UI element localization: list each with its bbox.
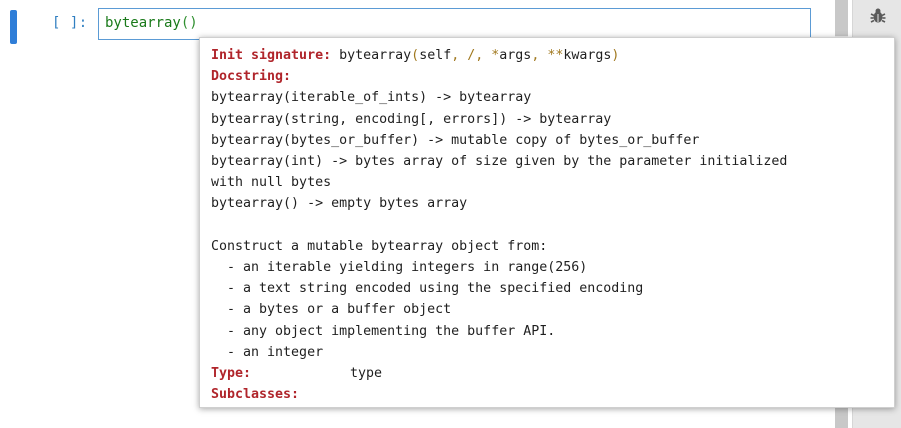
sig-name: bytearray [339, 48, 412, 63]
type-value: type [350, 366, 383, 382]
type-line: Type: type [211, 363, 886, 384]
debugger-button[interactable] [866, 4, 890, 28]
cell-prompt: [ ]: [52, 15, 88, 31]
init-signature-label: Init signature: [211, 48, 332, 63]
docstring-line: bytearray(string, encoding[, errors]) ->… [211, 111, 612, 127]
code-input[interactable]: bytearray() [98, 8, 811, 40]
docstring-line: - an iterable yielding integers in range… [211, 260, 588, 276]
active-cell-marker [10, 10, 17, 44]
code-parens: () [180, 15, 198, 31]
docstring-line: - a bytes or a buffer object [211, 302, 452, 318]
scrollbar-bottom-thumb[interactable] [835, 408, 848, 428]
sig-comma-1: , [451, 48, 468, 63]
sig-self: self [419, 48, 452, 63]
type-label: Type: [211, 366, 252, 382]
sig-open-paren: ( [411, 48, 420, 63]
signature-line: Init signature: bytearray(self, /, *args… [211, 45, 886, 66]
docstring-line: - a text string encoded using the specif… [211, 281, 644, 297]
sig-close-paren: ) [611, 48, 620, 63]
docstring-blank-line: ​ [211, 215, 886, 236]
tooltip-content: Init signature: bytearray(self, /, *args… [211, 45, 886, 405]
bug-icon [870, 8, 886, 23]
sig-comma-2: , [475, 48, 492, 63]
docstring-line: Construct a mutable bytearray object fro… [211, 238, 548, 254]
docstring-line: bytearray(iterable_of_ints) -> bytearray [211, 90, 532, 106]
sig-kwargs: kwargs [563, 48, 612, 63]
code-text: bytearray() [105, 15, 198, 31]
docstring-line: - an integer [211, 344, 324, 360]
docstring-line: - any object implementing the buffer API… [211, 323, 556, 339]
sig-comma-3: , [531, 48, 548, 63]
scrollbar-thumb[interactable] [835, 0, 848, 36]
docstring-line: bytearray() -> empty bytes array [211, 196, 468, 212]
sig-double-star: ** [547, 48, 564, 63]
sig-args: args [499, 48, 532, 63]
docstring-label: Docstring: [211, 69, 292, 85]
code-name: bytearray [105, 15, 181, 31]
docstring-line: bytearray(bytes_or_buffer) -> mutable co… [211, 132, 700, 148]
subclasses-label: Subclasses: [211, 387, 300, 403]
docstring-line: bytearray(int) -> bytes array of size gi… [211, 154, 788, 170]
inspector-tooltip: Init signature: bytearray(self, /, *args… [199, 37, 895, 408]
docstring-line: with null bytes [211, 175, 332, 191]
